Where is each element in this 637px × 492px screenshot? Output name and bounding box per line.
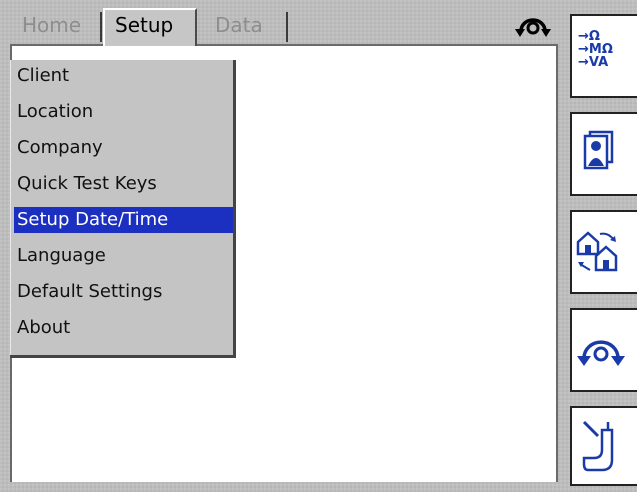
tab-setup[interactable]: Setup [103,8,197,46]
probe-button[interactable] [570,406,637,486]
rotate-arrows-icon [513,9,553,41]
menu-item-about[interactable]: About [14,315,233,341]
setup-menu: Client Location Company Quick Test Keys … [10,60,236,358]
range-button[interactable]: →Ω →MΩ →VA [570,14,637,98]
range-va-label: →VA [578,55,609,70]
location-button[interactable] [570,210,637,294]
tab-data[interactable]: Data [205,10,273,44]
tab-divider [100,12,102,42]
menu-item-location[interactable]: Location [14,99,233,125]
tab-home[interactable]: Home [12,10,91,44]
menu-item-client[interactable]: Client [14,63,233,89]
menu-item-quick-test-keys[interactable]: Quick Test Keys [14,171,233,197]
menu-item-default-settings[interactable]: Default Settings [14,279,233,305]
menu-item-company[interactable]: Company [14,135,233,161]
rotate-button[interactable] [570,308,637,392]
tab-divider [286,12,288,42]
client-button[interactable] [570,112,637,196]
menu-item-setup-date-time[interactable]: Setup Date/Time [14,207,233,233]
menu-item-language[interactable]: Language [14,243,233,269]
